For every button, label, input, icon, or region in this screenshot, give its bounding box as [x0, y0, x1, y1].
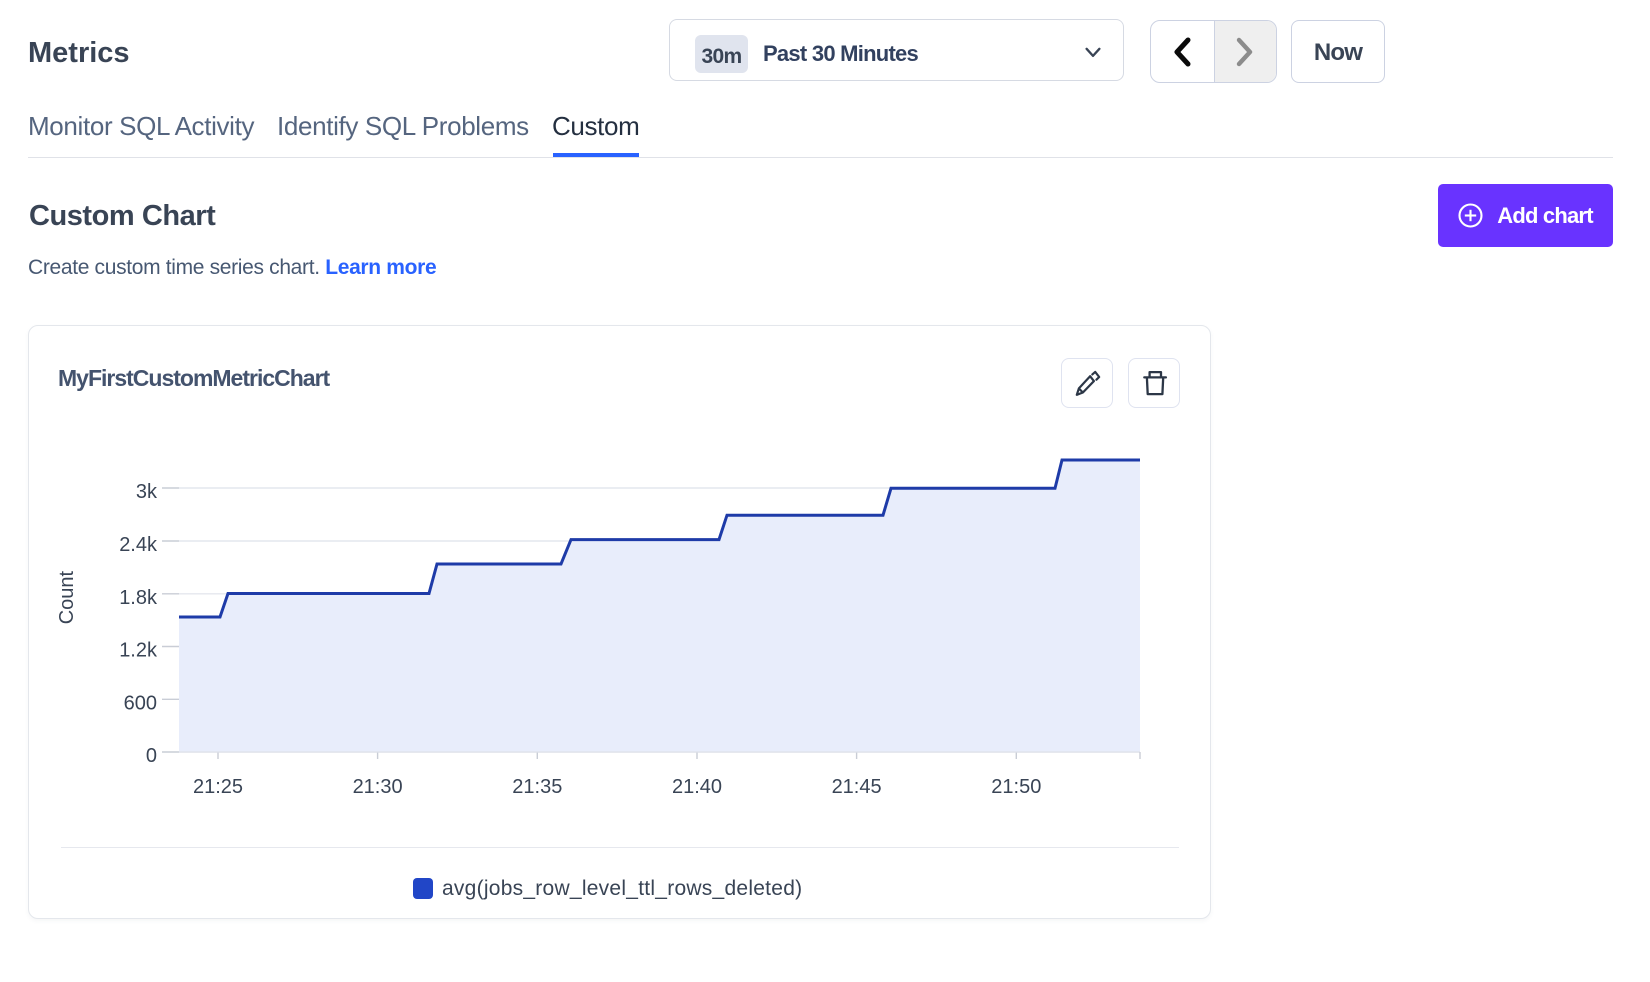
- svg-text:21:40: 21:40: [672, 776, 722, 798]
- svg-text:600: 600: [124, 692, 157, 714]
- svg-text:0: 0: [146, 745, 157, 767]
- svg-text:3k: 3k: [136, 481, 158, 503]
- svg-text:Count: Count: [56, 570, 78, 624]
- svg-text:21:30: 21:30: [353, 776, 403, 798]
- svg-text:21:35: 21:35: [512, 776, 562, 798]
- svg-text:1.2k: 1.2k: [119, 640, 158, 662]
- svg-text:21:50: 21:50: [991, 776, 1041, 798]
- svg-text:21:45: 21:45: [832, 776, 882, 798]
- svg-text:2.4k: 2.4k: [119, 534, 158, 556]
- svg-text:1.8k: 1.8k: [119, 587, 158, 609]
- svg-text:21:25: 21:25: [193, 776, 243, 798]
